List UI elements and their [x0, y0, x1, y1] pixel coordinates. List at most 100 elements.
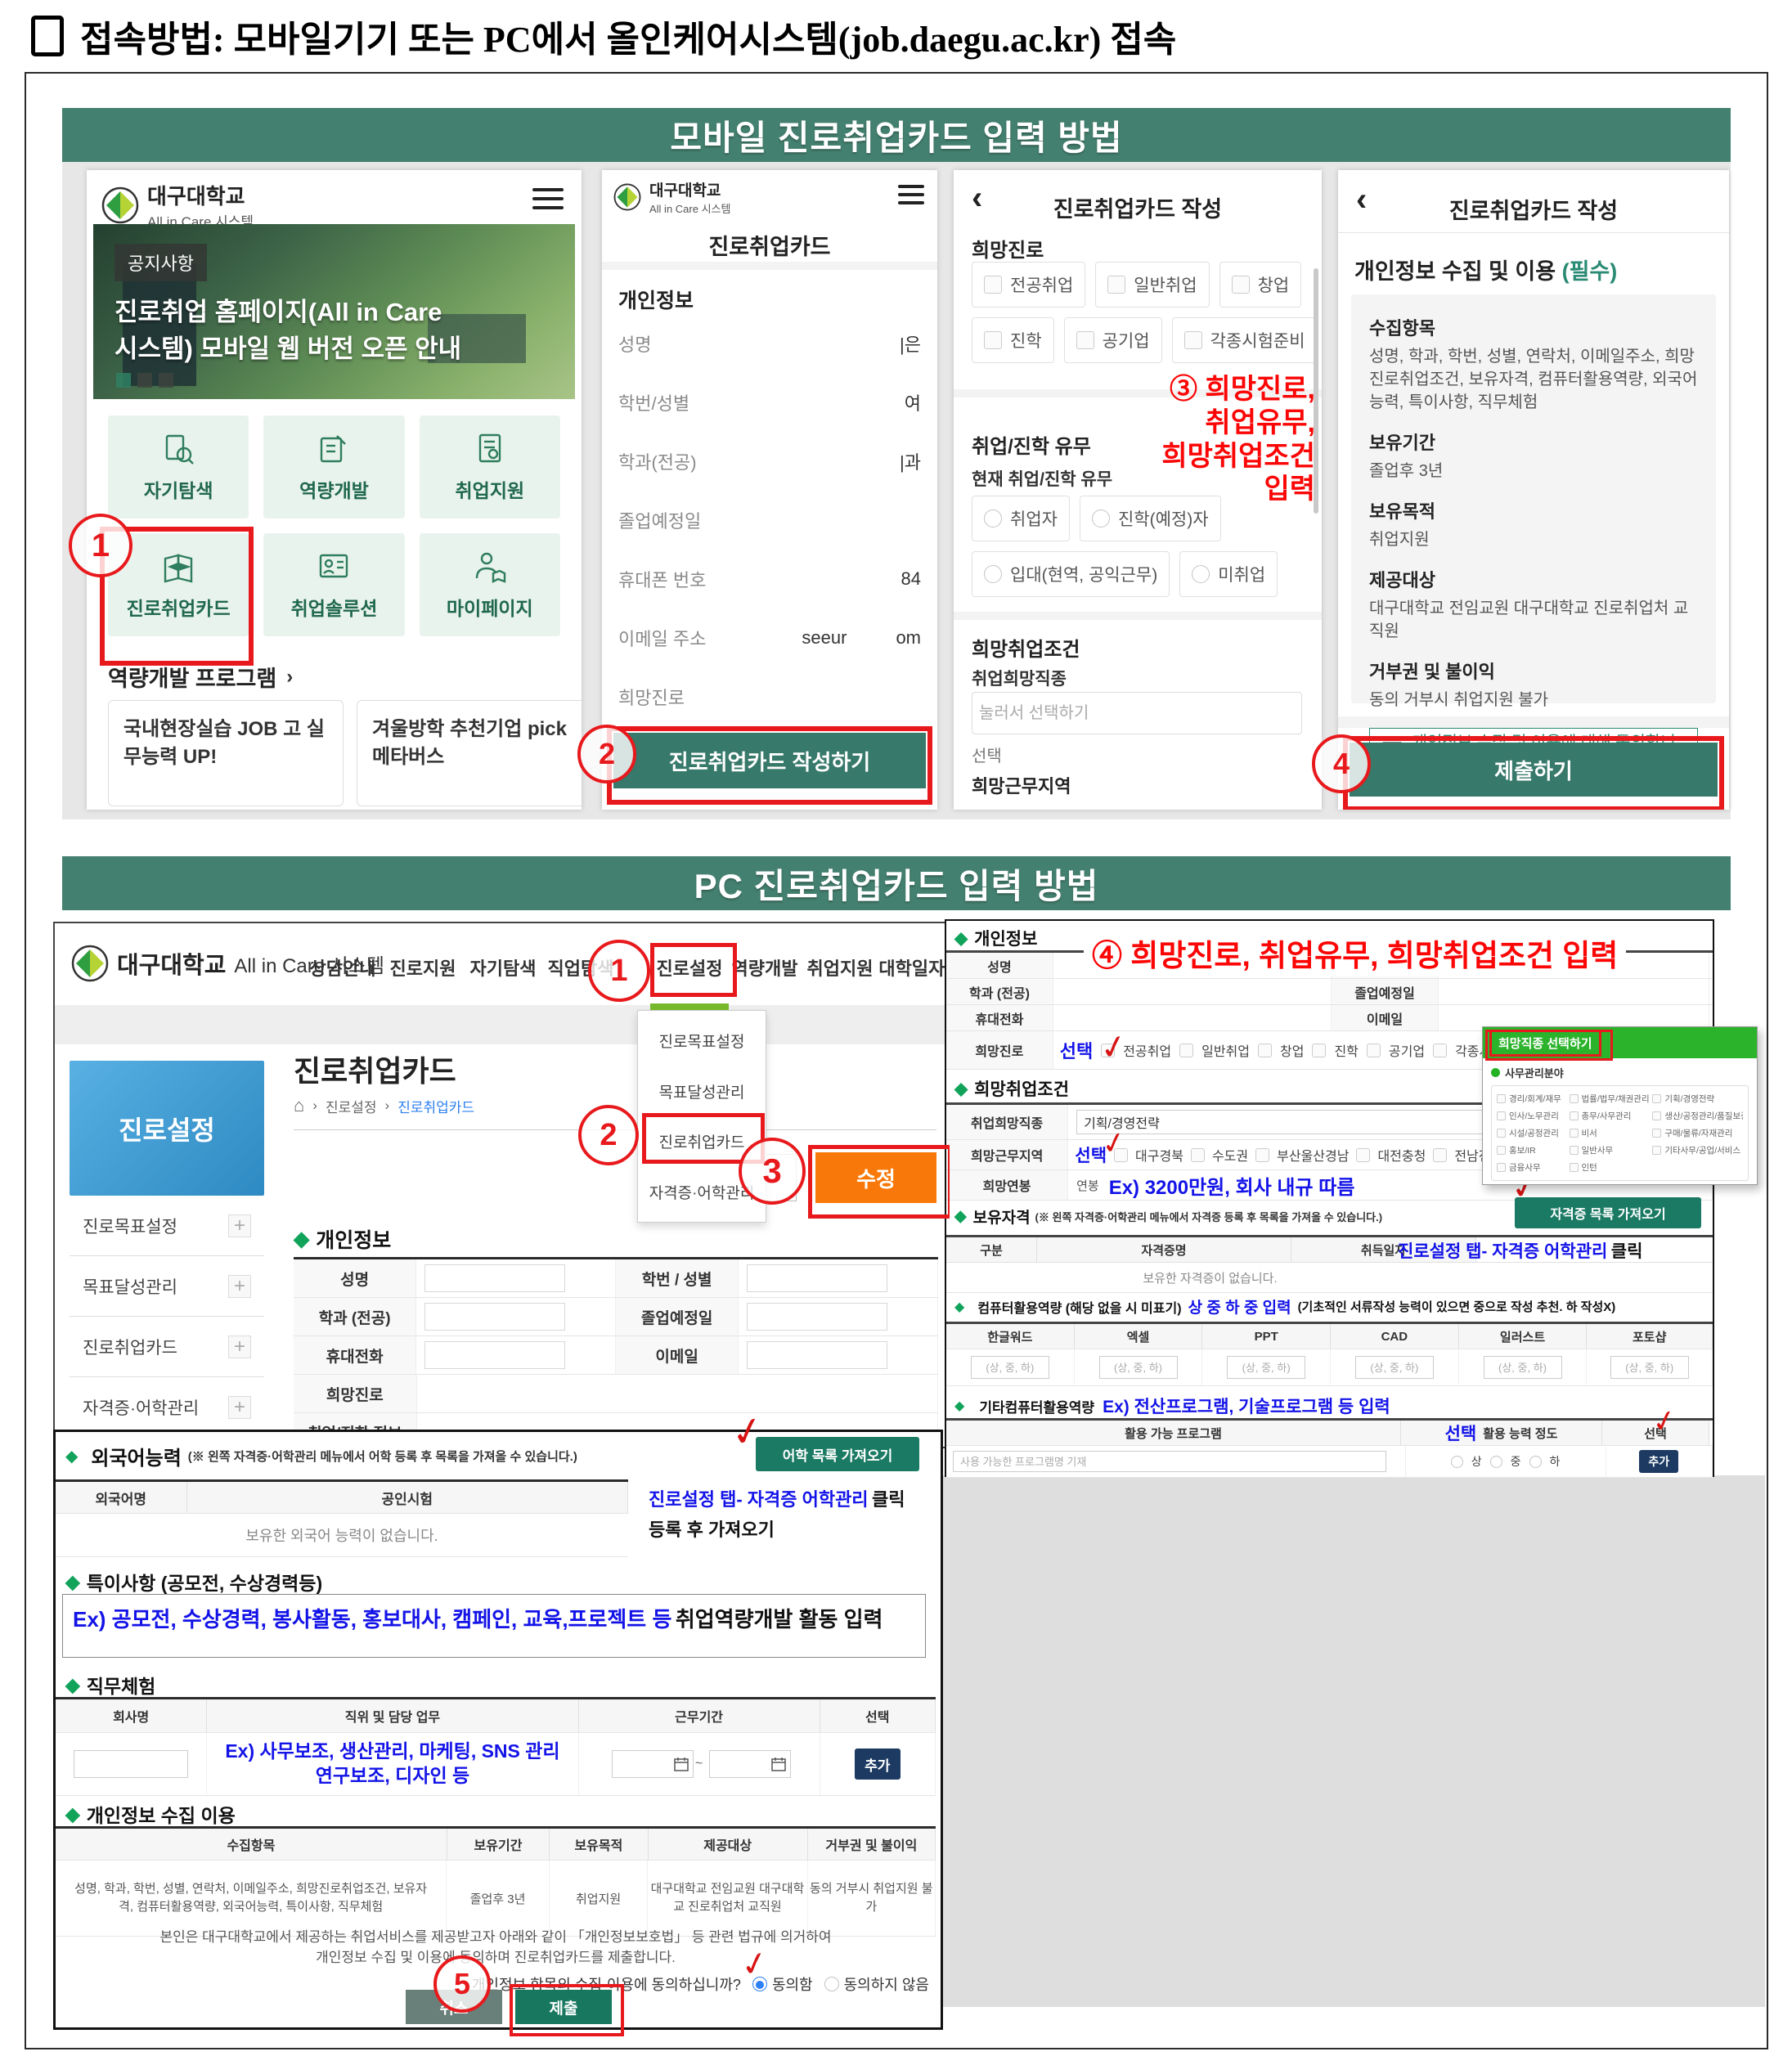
job-option[interactable]: 생산/공정관리/품질보증	[1652, 1107, 1743, 1125]
hope-job-input[interactable]	[972, 692, 1302, 734]
option-employed[interactable]: 취업자	[972, 496, 1070, 541]
add-button[interactable]: 추가	[1639, 1450, 1678, 1473]
skill-hwp-input[interactable]	[971, 1356, 1049, 1379]
special-textarea[interactable]: Ex) 공모전, 수상경력, 봉사활동, 홍보대사, 캠페인, 교육,프로젝트 …	[62, 1594, 926, 1658]
email-input[interactable]	[747, 1341, 887, 1369]
checkbox-icon[interactable]	[1497, 1129, 1506, 1138]
plus-icon[interactable]: +	[228, 1275, 251, 1298]
job-option[interactable]: 금융사무	[1497, 1159, 1570, 1176]
date-end-input[interactable]	[709, 1750, 786, 1778]
checkbox-icon[interactable]	[1570, 1111, 1579, 1120]
dropdown-item-certificates[interactable]: 자격증·어학관리	[649, 1181, 755, 1203]
program-card-2[interactable]: 겨울방학 추천기업 pick 메타버스	[357, 700, 582, 806]
option-major-employment[interactable]: 전공취업	[972, 262, 1085, 308]
hamburger-menu-icon[interactable]	[898, 185, 924, 204]
option-public-company[interactable]: 공기업	[1064, 317, 1162, 363]
radio-icon[interactable]	[1490, 1456, 1502, 1468]
job-option[interactable]: 인턴	[1570, 1159, 1653, 1176]
radio-icon[interactable]	[1529, 1456, 1542, 1468]
job-option[interactable]: 인사/노무관리	[1497, 1107, 1570, 1125]
radio-icon[interactable]	[984, 565, 1002, 583]
dropdown-item-goal-setting[interactable]: 진로목표설정	[659, 1030, 745, 1052]
option-startup[interactable]: 창업	[1219, 262, 1302, 308]
sidebar-item-certificates[interactable]: 자격증·어학관리+	[70, 1377, 264, 1438]
tile-capability-development[interactable]: 역량개발	[263, 415, 404, 518]
nav-career-setting[interactable]: 진로설정	[657, 954, 723, 981]
checkbox-icon[interactable]	[1433, 1148, 1447, 1162]
skill-photoshop-input[interactable]	[1610, 1356, 1689, 1379]
nav-career-support[interactable]: 진로지원	[390, 954, 456, 981]
nav-university-jobs[interactable]: 대학일자리	[878, 954, 951, 981]
checkbox-icon[interactable]	[1191, 1148, 1205, 1162]
write-career-card-button[interactable]: 진로취업카드 작성하기	[613, 733, 926, 788]
add-button[interactable]: 추가	[855, 1749, 900, 1780]
checkbox-icon[interactable]	[1497, 1146, 1506, 1155]
job-option[interactable]: 홍보/IR	[1497, 1142, 1570, 1159]
checkbox-icon[interactable]	[984, 276, 1002, 294]
tile-employment-solution[interactable]: 취업솔루션	[263, 533, 404, 636]
nav-counseling[interactable]: 상담안내	[310, 954, 376, 981]
nav-capability[interactable]: 역량개발	[732, 954, 798, 981]
graduation-input[interactable]	[747, 1303, 887, 1331]
checkbox-icon[interactable]	[1179, 1044, 1193, 1057]
job-option[interactable]: 비서	[1570, 1125, 1653, 1142]
studentid-input[interactable]	[747, 1264, 887, 1292]
tile-employment-support[interactable]: 취업지원	[420, 415, 560, 518]
checkbox-icon[interactable]	[1497, 1094, 1506, 1103]
plus-icon[interactable]: +	[228, 1214, 251, 1237]
tile-self-exploration[interactable]: 자기탐색	[108, 415, 249, 518]
submit-button[interactable]: 제출	[515, 1990, 612, 2024]
dropdown-item-career-card[interactable]: 진로취업카드	[659, 1130, 745, 1152]
sidebar-item-goal-setting[interactable]: 진로목표설정+	[70, 1196, 264, 1256]
job-option[interactable]: 구매/물류/자재관리	[1652, 1125, 1743, 1142]
etc-program-input[interactable]	[953, 1451, 1386, 1472]
checkbox-icon[interactable]	[1570, 1129, 1579, 1138]
checkbox-icon[interactable]	[1652, 1129, 1661, 1138]
skill-excel-input[interactable]	[1099, 1356, 1178, 1379]
checkbox-icon[interactable]	[1570, 1094, 1579, 1103]
home-icon[interactable]: ⌂	[294, 1095, 304, 1116]
radio-icon[interactable]	[1092, 510, 1110, 527]
job-option[interactable]: 일반사무	[1570, 1142, 1653, 1159]
checkbox-icon[interactable]	[984, 331, 1002, 349]
program-card-1[interactable]: 국내현장실습 JOB 고 실무능력 UP!	[108, 700, 344, 806]
calendar-icon[interactable]	[674, 1757, 689, 1771]
checkbox-icon[interactable]	[1497, 1163, 1506, 1172]
plus-icon[interactable]: +	[228, 1396, 251, 1419]
job-option[interactable]: 기타사무/공업/서비스	[1652, 1142, 1743, 1159]
job-option[interactable]: 시설/공정관리	[1497, 1125, 1570, 1142]
checkbox-icon[interactable]	[1433, 1044, 1447, 1057]
option-further-study[interactable]: 진학	[972, 317, 1054, 363]
job-option[interactable]: 경리/회계/재무	[1497, 1090, 1570, 1107]
checkbox-icon[interactable]	[1312, 1044, 1326, 1057]
department-input[interactable]	[424, 1303, 565, 1331]
option-unemployed[interactable]: 미취업	[1179, 551, 1278, 597]
job-option[interactable]: 법률/법무/채권관리	[1570, 1090, 1653, 1107]
checkbox-icon[interactable]	[1232, 276, 1250, 294]
job-option[interactable]: 기획/경영전략	[1652, 1090, 1743, 1107]
breadcrumb-career-card[interactable]: 진로취업카드	[397, 1096, 474, 1116]
checkbox-icon[interactable]	[1652, 1094, 1661, 1103]
checkbox-icon[interactable]	[1076, 331, 1094, 349]
checkbox-icon[interactable]	[1255, 1148, 1269, 1162]
carousel-dots[interactable]	[116, 373, 173, 388]
checkbox-icon[interactable]	[1258, 1044, 1272, 1057]
option-exam-prep[interactable]: 각종시험준비	[1172, 317, 1318, 363]
hamburger-menu-icon[interactable]	[532, 188, 564, 209]
skill-illust-input[interactable]	[1484, 1356, 1562, 1379]
nav-self-exploration[interactable]: 자기탐색	[470, 954, 537, 981]
company-input[interactable]	[74, 1750, 188, 1778]
checkbox-icon[interactable]	[1570, 1163, 1579, 1172]
checkbox-icon[interactable]	[1652, 1146, 1661, 1155]
option-general-employment[interactable]: 일반취업	[1095, 262, 1209, 308]
checkbox-icon[interactable]	[1652, 1111, 1661, 1120]
tile-my-page[interactable]: 마이페이지	[420, 533, 560, 636]
sidebar-item-career-card[interactable]: 진로취업카드+	[70, 1317, 264, 1377]
checkbox-icon[interactable]	[1356, 1148, 1370, 1162]
breadcrumb-career-setting[interactable]: 진로설정	[326, 1096, 377, 1116]
checkbox-icon[interactable]	[1570, 1146, 1579, 1155]
plus-icon[interactable]: +	[228, 1336, 251, 1358]
dropdown-item-goal-management[interactable]: 목표달성관리	[659, 1080, 745, 1102]
radio-icon[interactable]	[984, 510, 1002, 527]
radio-icon[interactable]	[1451, 1456, 1463, 1468]
